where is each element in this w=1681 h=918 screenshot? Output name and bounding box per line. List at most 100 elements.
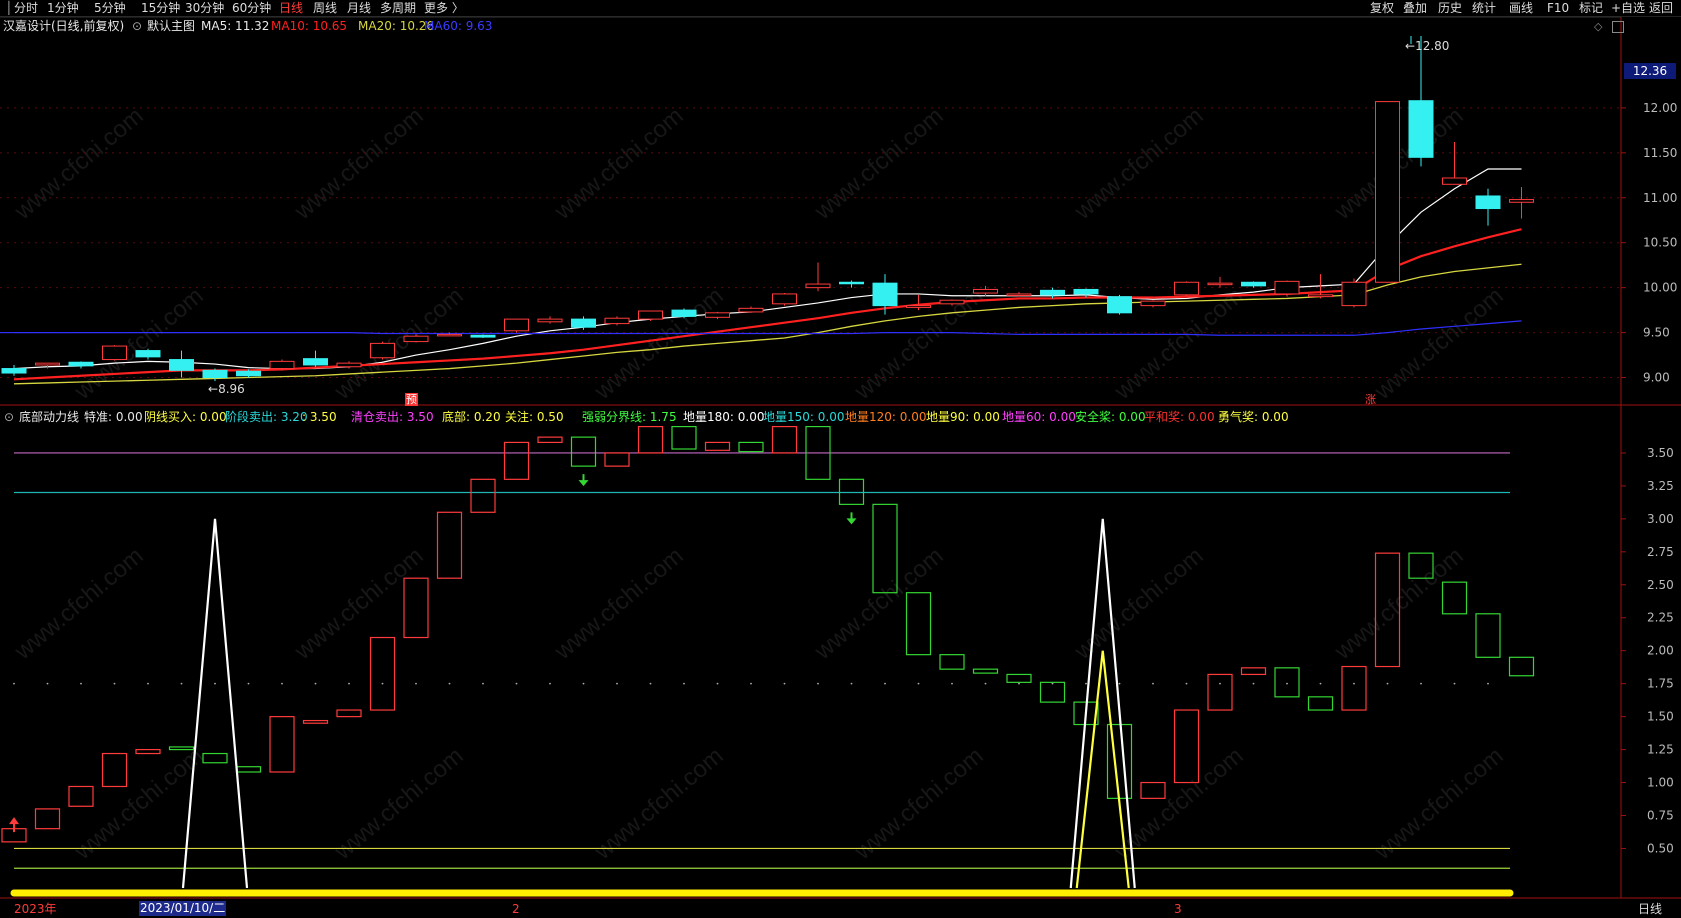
indicator-bar [1374, 552, 1401, 668]
low-price-label: ←8.96 [208, 382, 245, 396]
candle-body [1408, 100, 1434, 158]
indicator-param-10: 地量120: 0.00 [845, 410, 927, 424]
candle-body [939, 299, 965, 305]
ma60-label: MA60: 9.63 [424, 19, 493, 33]
indicator-bar [436, 511, 463, 579]
candle-body [169, 359, 194, 371]
signal-spike [1069, 518, 1136, 889]
dotted-threshold [1487, 682, 1489, 685]
dotted-threshold [515, 682, 518, 685]
candle-body [1241, 281, 1266, 287]
candle-body [504, 318, 529, 332]
dotted-threshold [113, 682, 116, 685]
chart-canvas[interactable]: 9.00 9.50 10.00 10.50 11.00 11.50 12.00 0.50 0.7… [0, 0, 1681, 918]
year-label: 2023年 [14, 902, 57, 916]
y-tick-label: 11.50 [1643, 146, 1677, 160]
dotted-threshold [415, 682, 417, 685]
candle-body [135, 350, 161, 358]
template-dropdown-icon[interactable]: ⊙ [132, 18, 142, 34]
y-tick-label: 9.50 [1643, 326, 1670, 340]
dotted-threshold [582, 682, 585, 685]
indicator-bar [1140, 781, 1166, 799]
y-tick-label: 2.50 [1647, 578, 1674, 592]
candle-body [303, 358, 328, 366]
month-label-feb: 2 [512, 902, 520, 916]
down-arrow [578, 480, 589, 487]
stock-title: 汉嘉设计(日线,前复权) [3, 19, 125, 33]
y-tick-label: 9.00 [1643, 371, 1670, 385]
dotted-threshold [448, 682, 451, 685]
dotted-threshold [783, 682, 786, 685]
dotted-threshold [750, 682, 752, 685]
dotted-threshold [1420, 682, 1422, 685]
indicator-bar [302, 719, 329, 724]
candle-body [1174, 281, 1199, 296]
maximize-icon[interactable] [1612, 21, 1624, 33]
dotted-threshold [147, 682, 149, 685]
candle-body [1475, 195, 1501, 210]
candle-body [336, 362, 362, 368]
indicator-bar [939, 654, 965, 670]
dotted-threshold [1185, 682, 1188, 685]
dotted-threshold [46, 682, 49, 685]
y-tick-label: 3.50 [1647, 446, 1674, 460]
indicator-bar [1039, 681, 1066, 703]
indicator-dropdown-icon[interactable]: ⊙ [4, 409, 14, 425]
candle-body [1375, 101, 1400, 283]
selected-date-label: 2023/01/10/二 [139, 901, 227, 916]
dotted-threshold [1051, 682, 1054, 685]
indicator-param-9: 地量150: 0.00 [763, 410, 845, 424]
indicator-bar [604, 452, 630, 467]
y-tick-label: 0.75 [1647, 808, 1674, 822]
ma10-label: MA10: 10.65 [271, 19, 348, 33]
indicator-param-8: 地量180: 0.00 [683, 410, 765, 424]
y-tick-label: 11.00 [1643, 191, 1677, 205]
indicator-param-0: 特准: 0.00 [84, 410, 143, 424]
indicator-param-15: 勇气奖: 0.00 [1218, 410, 1289, 424]
ma20-label: MA20: 10.26 [358, 19, 435, 33]
ma5-label: MA5: 11.32 [201, 19, 270, 33]
y-tick-label: 2.25 [1647, 611, 1674, 625]
diamond-icon[interactable]: ◇ [1594, 19, 1602, 35]
indicator-name[interactable]: 底部动力线 [19, 409, 79, 425]
candle-body [1040, 289, 1065, 296]
candle-body [1073, 288, 1099, 295]
y-tick-label: 3.25 [1647, 479, 1674, 493]
candle-body [906, 305, 931, 308]
y-tick-label: 10.00 [1643, 281, 1677, 295]
indicator-bar [1341, 665, 1367, 711]
indicator-bar [570, 436, 597, 467]
indicator-bar [1441, 581, 1468, 615]
y-tick-label: 1.00 [1647, 776, 1674, 790]
candle-body [1107, 296, 1132, 314]
signal-spike [1075, 650, 1130, 889]
dotted-threshold [549, 682, 551, 685]
dotted-threshold [616, 682, 618, 685]
candle-body [1207, 282, 1233, 286]
dotted-threshold [1152, 682, 1154, 685]
indicator-bar [671, 425, 697, 450]
signal-spike [181, 518, 249, 889]
indicator-bar [202, 752, 228, 764]
indicator-bar [68, 785, 94, 807]
candle-body [236, 370, 261, 377]
period-label[interactable]: 日线 [1638, 901, 1662, 917]
indicator-bar [235, 766, 262, 773]
candle-body [202, 369, 228, 379]
dotted-threshold [80, 682, 82, 685]
dotted-threshold [649, 682, 652, 685]
indicator-bar [503, 441, 530, 480]
indicator-bar [269, 716, 295, 773]
dotted-threshold [13, 682, 15, 685]
candle-body [872, 282, 898, 307]
indicator-bar [470, 478, 496, 513]
signal-yu-marker: 预 [405, 393, 418, 406]
dotted-threshold [1252, 682, 1255, 685]
date-axis: 2023年 2 3 日线 [0, 899, 1681, 918]
ma-line-ma10 [13, 228, 1522, 381]
dotted-threshold [850, 682, 853, 685]
ma-line-ma5 [13, 168, 1522, 370]
dotted-threshold [716, 682, 719, 685]
template-name[interactable]: 默认主图 [147, 18, 195, 34]
indicator-param-2: 阶段卖出: 3.20 [225, 410, 308, 424]
